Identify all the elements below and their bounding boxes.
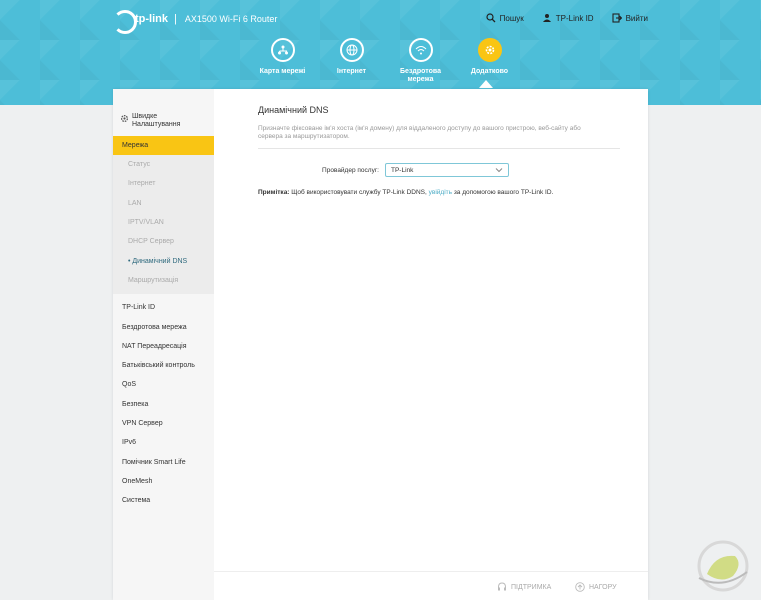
ddns-note: Примітка: Щоб використовувати службу TP-…: [258, 189, 638, 196]
login-link[interactable]: увійдіть: [429, 189, 452, 196]
brand-logo[interactable]: tp-link | AX1500 Wi-Fi 6 Router: [113, 10, 278, 34]
note-label: Примітка:: [258, 189, 290, 196]
logout-link[interactable]: Вийти: [612, 13, 648, 23]
support-button[interactable]: ПІДТРИМКА: [497, 582, 551, 592]
sidebar-item-smart-life[interactable]: Помічник Smart Life: [113, 452, 214, 471]
sidebar-item-network[interactable]: Мережа: [113, 136, 214, 155]
search-link-label: Пошук: [499, 13, 524, 23]
logout-label: Вийти: [625, 13, 648, 23]
sidebar-item-system[interactable]: Система: [113, 491, 214, 510]
sidebar-item-nat[interactable]: NAT Переадресація: [113, 337, 214, 356]
sidebar-item-wireless[interactable]: Бездротова мережа: [113, 317, 214, 336]
tab-wireless[interactable]: Бездротова мережа: [386, 38, 455, 84]
sidebar-item-qos[interactable]: QoS: [113, 375, 214, 394]
page-description: Призначте фіксоване ім'я хоста (ім'я дом…: [258, 125, 581, 140]
tab-advanced-label: Додатково: [470, 68, 509, 75]
submenu-item-internet[interactable]: Інтернет: [113, 174, 214, 193]
logout-icon: [612, 13, 622, 23]
tab-network-map[interactable]: Карта мережі: [248, 38, 317, 84]
sidebar-item-onemesh[interactable]: OneMesh: [113, 472, 214, 491]
tab-internet[interactable]: Інтернет: [317, 38, 386, 84]
active-tab-pointer: [479, 80, 493, 88]
globe-icon: [339, 38, 364, 62]
top-links: Пошук TP-Link ID Вийти: [486, 13, 648, 23]
sidebar: Швидке Налаштування Мережа Статус Інтерн…: [113, 89, 214, 600]
main-nav: Карта мережі Інтернет Бездротова мережа …: [248, 38, 524, 84]
sidebar-item-tplink-id[interactable]: TP-Link ID: [113, 298, 214, 317]
note-text-1: Щоб використовувати службу TP-Link DDNS,: [289, 189, 429, 196]
submenu-item-dhcp[interactable]: DHCP Сервер: [113, 232, 214, 251]
back-to-top-button[interactable]: НАГОРУ: [575, 582, 617, 592]
divider: [258, 148, 620, 149]
footer-bar: ПІДТРИМКА НАГОРУ: [214, 571, 648, 600]
tab-wireless-label: Бездротова мережа: [400, 68, 441, 83]
wifi-icon: [408, 38, 433, 62]
tab-advanced[interactable]: Додатково: [455, 38, 524, 84]
search-icon: [486, 13, 496, 23]
content-area: Динамічний DNS Призначте фіксоване ім'я …: [258, 105, 638, 196]
sidebar-item-vpn[interactable]: VPN Сервер: [113, 414, 214, 433]
main-panel: Швидке Налаштування Мережа Статус Інтерн…: [113, 89, 648, 600]
tab-network-map-label: Карта мережі: [259, 68, 306, 75]
chevron-down-icon: [495, 168, 503, 173]
user-icon: [542, 14, 551, 22]
submenu-item-iptv[interactable]: IPTV/VLAN: [113, 213, 214, 232]
arrow-up-circle-icon: [575, 582, 585, 592]
tab-internet-label: Інтернет: [336, 68, 367, 75]
tp-link-logo-icon: [113, 10, 137, 34]
brand-separator: |: [174, 13, 177, 25]
brand-name: tp-link: [135, 13, 168, 25]
submenu-item-lan[interactable]: LAN: [113, 194, 214, 213]
gear-icon: [477, 38, 502, 62]
quick-setup-gear-icon: [120, 114, 129, 123]
tp-link-id-link[interactable]: TP-Link ID: [542, 13, 594, 23]
support-label: ПІДТРИМКА: [511, 583, 552, 591]
submenu-item-routing[interactable]: Маршрутизація: [113, 271, 214, 290]
network-map-icon: [270, 38, 295, 62]
back-to-top-label: НАГОРУ: [589, 583, 617, 591]
router-model: AX1500 Wi-Fi 6 Router: [184, 14, 278, 24]
sidebar-item-ipv6[interactable]: IPv6: [113, 433, 214, 452]
tp-link-id-label: TP-Link ID: [555, 13, 594, 23]
submenu-item-ddns[interactable]: • Динамічний DNS: [113, 251, 214, 270]
watermark-logo-icon: [697, 540, 749, 592]
submenu-item-status[interactable]: Статус: [113, 155, 214, 174]
headset-icon: [498, 582, 506, 591]
page-title: Динамічний DNS: [258, 105, 329, 115]
note-text-2: за допомогою вашого TP-Link ID.: [452, 189, 554, 196]
provider-select[interactable]: TP-Link: [385, 163, 509, 177]
provider-label: Провайдер послуг:: [322, 166, 379, 174]
search-link[interactable]: Пошук: [486, 13, 524, 23]
quick-setup[interactable]: Швидке Налаштування: [113, 89, 214, 129]
sidebar-item-parental[interactable]: Батьківський контроль: [113, 356, 214, 375]
provider-select-value: TP-Link: [391, 166, 414, 174]
network-submenu: Статус Інтернет LAN IPTV/VLAN DHCP Серве…: [113, 155, 214, 295]
sidebar-item-security[interactable]: Безпека: [113, 395, 214, 414]
quick-setup-label: Швидке Налаштування: [132, 113, 181, 128]
provider-row: Провайдер послуг: TP-Link: [305, 163, 638, 177]
